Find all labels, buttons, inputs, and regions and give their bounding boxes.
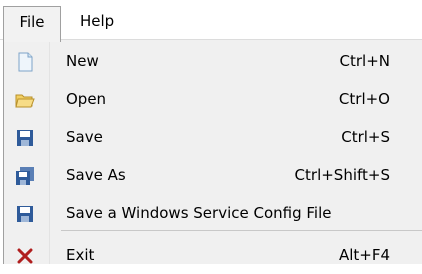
menu-bar: File Help <box>0 0 422 42</box>
menu-item-save-as-label: Save As <box>66 166 126 184</box>
menu-separator <box>61 230 422 231</box>
save-disk-icon <box>14 203 36 225</box>
menu-item-open[interactable]: Open Ctrl+O <box>4 80 422 118</box>
menu-item-save-as-shortcut: Ctrl+Shift+S <box>294 166 390 184</box>
menu-item-save-service-config-label: Save a Windows Service Config File <box>66 204 332 222</box>
save-as-disk-icon <box>14 165 36 187</box>
menu-item-save-as[interactable]: Save As Ctrl+Shift+S <box>4 156 422 194</box>
open-folder-icon <box>14 89 36 111</box>
menu-item-save-label: Save <box>66 128 103 146</box>
menu-item-exit[interactable]: Exit Alt+F4 <box>4 236 422 274</box>
menu-item-open-label: Open <box>66 90 107 108</box>
save-disk-icon <box>14 127 36 149</box>
menu-item-new[interactable]: New Ctrl+N <box>4 42 422 80</box>
file-dropdown-menu: New Ctrl+N Open Ctrl+O Save Ctrl+S Save … <box>3 40 422 264</box>
menu-item-new-shortcut: Ctrl+N <box>339 52 390 70</box>
menu-item-save-shortcut: Ctrl+S <box>341 128 390 146</box>
menu-item-open-shortcut: Ctrl+O <box>338 90 390 108</box>
menu-item-exit-label: Exit <box>66 246 95 264</box>
menu-item-save[interactable]: Save Ctrl+S <box>4 118 422 156</box>
menu-help[interactable]: Help <box>80 6 140 42</box>
menu-file[interactable]: File <box>3 6 61 42</box>
menu-item-exit-shortcut: Alt+F4 <box>338 246 390 264</box>
menu-item-new-label: New <box>66 52 99 70</box>
new-file-icon <box>14 51 36 73</box>
menu-item-save-service-config[interactable]: Save a Windows Service Config File <box>4 194 422 232</box>
